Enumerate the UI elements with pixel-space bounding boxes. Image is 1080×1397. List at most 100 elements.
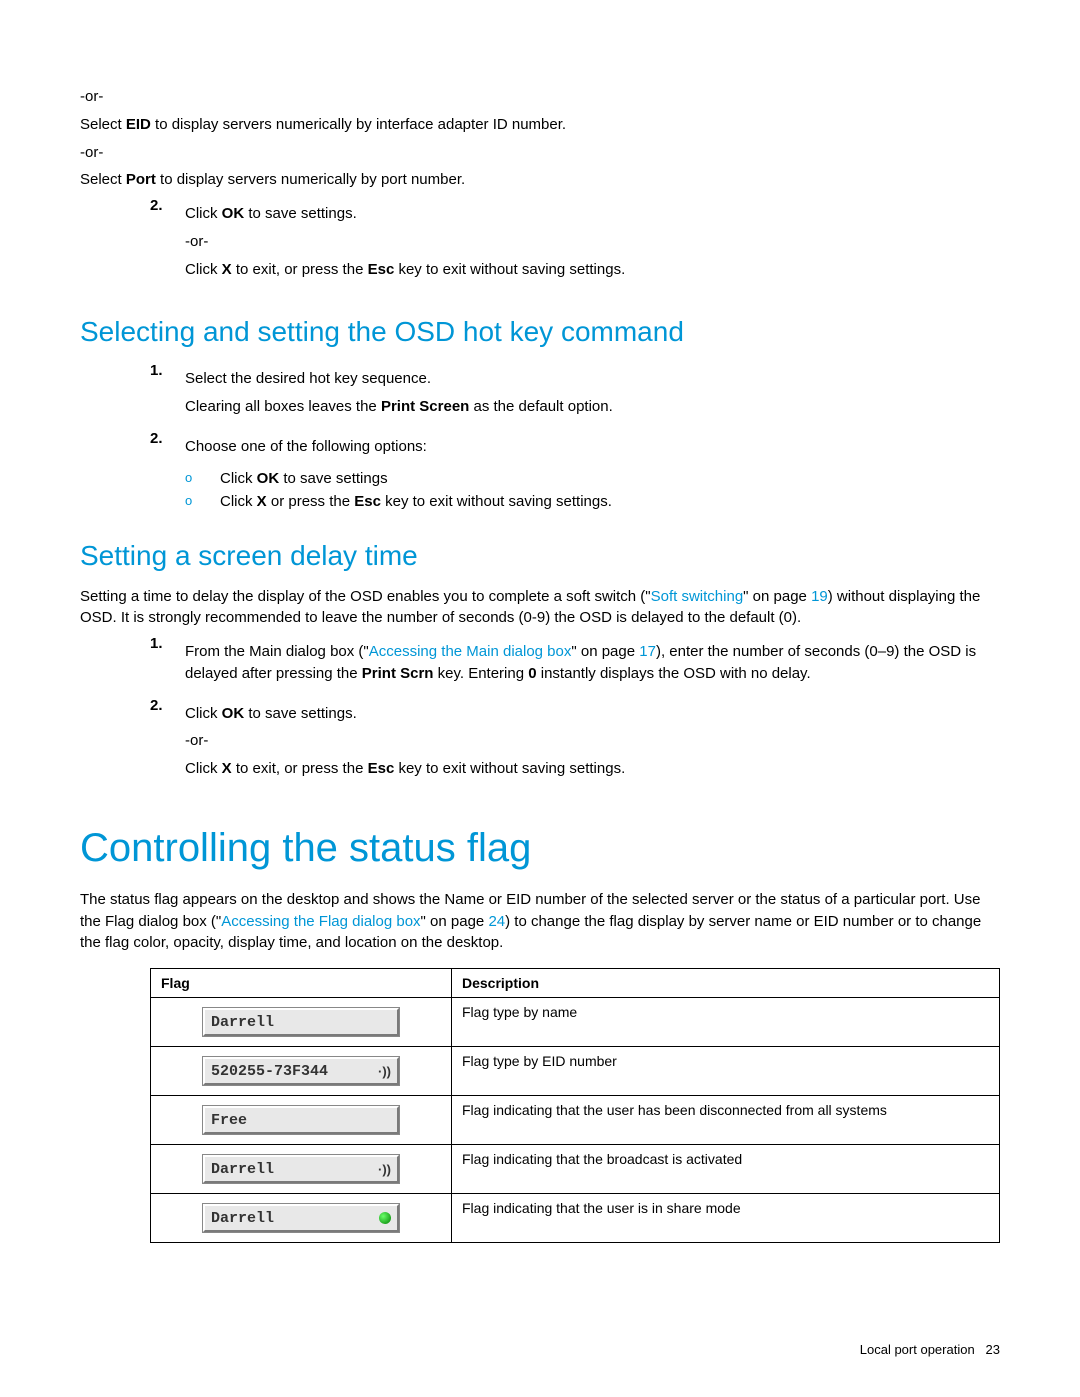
broadcast-icon: ·)) bbox=[378, 1162, 391, 1177]
text-or: -or- bbox=[185, 231, 1000, 253]
list-body: From the Main dialog box ("Accessing the… bbox=[185, 641, 1000, 685]
flag-label: Darrell bbox=[211, 1210, 274, 1227]
flag-table: Flag Description Darrell Flag type by na… bbox=[150, 968, 1000, 1243]
text: Click bbox=[220, 493, 257, 510]
footer-page: 23 bbox=[986, 1342, 1000, 1357]
text-line: Select the desired hot key sequence. bbox=[185, 368, 1000, 390]
flag-label: Free bbox=[211, 1112, 247, 1129]
text: key. Entering bbox=[433, 665, 528, 682]
text: Click bbox=[185, 261, 222, 278]
flag-box-broadcast: Darrell ·)) bbox=[203, 1155, 399, 1183]
text: to exit, or press the bbox=[232, 760, 368, 777]
page-footer: Local port operation 23 bbox=[860, 1342, 1000, 1357]
text-bold: OK bbox=[257, 470, 280, 487]
th-description: Description bbox=[452, 969, 1000, 998]
flag-cell: Darrell ·)) bbox=[151, 1145, 452, 1194]
link-page-17[interactable]: 17 bbox=[639, 643, 656, 660]
text: " on page bbox=[571, 643, 639, 660]
text: to display servers numerically by interf… bbox=[151, 116, 566, 133]
list-item: 2. Click OK to save settings. -or- Click… bbox=[150, 197, 1000, 286]
text-bold: X bbox=[222, 760, 232, 777]
text: to save settings. bbox=[244, 705, 357, 722]
text-line: Clearing all boxes leaves the Print Scre… bbox=[185, 396, 1000, 418]
text: Setting a time to delay the display of t… bbox=[80, 588, 651, 605]
text: Click bbox=[185, 705, 222, 722]
text-bold: Print Scrn bbox=[362, 665, 434, 682]
text-or: -or- bbox=[185, 730, 1000, 752]
broadcast-icon: ·)) bbox=[378, 1064, 391, 1079]
desc-cell: Flag indicating that the broadcast is ac… bbox=[452, 1145, 1000, 1194]
text: as the default option. bbox=[469, 398, 612, 415]
desc-cell: Flag indicating that the user has been d… bbox=[452, 1096, 1000, 1145]
th-flag: Flag bbox=[151, 969, 452, 998]
text-line: Click X to exit, or press the Esc key to… bbox=[185, 259, 1000, 281]
heading-hotkey: Selecting and setting the OSD hot key co… bbox=[80, 316, 1000, 348]
text-or: -or- bbox=[80, 142, 1000, 164]
text: " on page bbox=[421, 913, 489, 930]
flag-cell: Darrell bbox=[151, 1194, 452, 1243]
text: or press the bbox=[267, 493, 355, 510]
text: Click bbox=[185, 205, 222, 222]
flag-label: Darrell bbox=[211, 1014, 274, 1031]
flag-label: 520255-73F344 bbox=[211, 1063, 328, 1080]
table-row: Darrell Flag type by name bbox=[151, 998, 1000, 1047]
share-mode-icon bbox=[379, 1212, 391, 1224]
table-row: Darrell Flag indicating that the user is… bbox=[151, 1194, 1000, 1243]
list-number: 2. bbox=[150, 197, 185, 286]
list-body: Click OK to save settings. -or- Click X … bbox=[185, 197, 1000, 286]
text-line: Choose one of the following options: bbox=[185, 436, 1000, 458]
heading-delay: Setting a screen delay time bbox=[80, 540, 1000, 572]
table-row: Darrell ·)) Flag indicating that the bro… bbox=[151, 1145, 1000, 1194]
list-item: 1. Select the desired hot key sequence. … bbox=[150, 362, 1000, 424]
list-body: Choose one of the following options: bbox=[185, 430, 1000, 464]
text-bold: X bbox=[222, 261, 232, 278]
text-bold: OK bbox=[222, 205, 245, 222]
list-number: 1. bbox=[150, 362, 185, 424]
text: to display servers numerically by port n… bbox=[156, 171, 465, 188]
text: Select bbox=[80, 171, 126, 188]
text: From the Main dialog box (" bbox=[185, 643, 369, 660]
text-bold: Esc bbox=[368, 760, 395, 777]
flag-cell: Darrell bbox=[151, 998, 452, 1047]
text-bold: X bbox=[257, 493, 267, 510]
text-line: Click OK to save settings. bbox=[185, 203, 1000, 225]
table-row: Free Flag indicating that the user has b… bbox=[151, 1096, 1000, 1145]
flag-box-eid: 520255-73F344 ·)) bbox=[203, 1057, 399, 1085]
flag-box-share: Darrell bbox=[203, 1204, 399, 1232]
text-bold: OK bbox=[222, 705, 245, 722]
footer-text: Local port operation bbox=[860, 1342, 975, 1357]
text-line: Select Port to display servers numerical… bbox=[80, 169, 1000, 191]
paragraph: The status flag appears on the desktop a… bbox=[80, 889, 1000, 954]
text-bold: Esc bbox=[354, 493, 381, 510]
desc-cell: Flag indicating that the user is in shar… bbox=[452, 1194, 1000, 1243]
link-page-19[interactable]: 19 bbox=[811, 588, 828, 605]
link-soft-switching[interactable]: Soft switching bbox=[651, 588, 744, 605]
list-item: 2. Click OK to save settings. -or- Click… bbox=[150, 697, 1000, 786]
list-item: 1. From the Main dialog box ("Accessing … bbox=[150, 635, 1000, 691]
flag-label: Darrell bbox=[211, 1161, 274, 1178]
text-bold: Port bbox=[126, 171, 156, 188]
sub-list-item: o Click OK to save settings bbox=[185, 470, 1000, 487]
text: Select bbox=[80, 116, 126, 133]
flag-cell: Free bbox=[151, 1096, 452, 1145]
bullet-mark: o bbox=[185, 470, 220, 487]
link-main-dialog[interactable]: Accessing the Main dialog box bbox=[369, 643, 572, 660]
text: key to exit without saving settings. bbox=[394, 760, 625, 777]
list-body: Select the desired hot key sequence. Cle… bbox=[185, 362, 1000, 424]
text: key to exit without saving settings. bbox=[381, 493, 612, 510]
flag-box-free: Free bbox=[203, 1106, 399, 1134]
table-row: 520255-73F344 ·)) Flag type by EID numbe… bbox=[151, 1047, 1000, 1096]
text-line: Click OK to save settings bbox=[220, 470, 1000, 487]
flag-box-name: Darrell bbox=[203, 1008, 399, 1036]
text: to exit, or press the bbox=[232, 261, 368, 278]
desc-cell: Flag type by name bbox=[452, 998, 1000, 1047]
text-line: Select EID to display servers numericall… bbox=[80, 114, 1000, 136]
flag-cell: 520255-73F344 ·)) bbox=[151, 1047, 452, 1096]
text: instantly displays the OSD with no delay… bbox=[537, 665, 811, 682]
link-flag-dialog[interactable]: Accessing the Flag dialog box bbox=[221, 913, 420, 930]
text-bold: Esc bbox=[368, 261, 395, 278]
text-or: -or- bbox=[80, 86, 1000, 108]
bullet-mark: o bbox=[185, 493, 220, 510]
text: to save settings. bbox=[244, 205, 357, 222]
link-page-24[interactable]: 24 bbox=[488, 913, 505, 930]
